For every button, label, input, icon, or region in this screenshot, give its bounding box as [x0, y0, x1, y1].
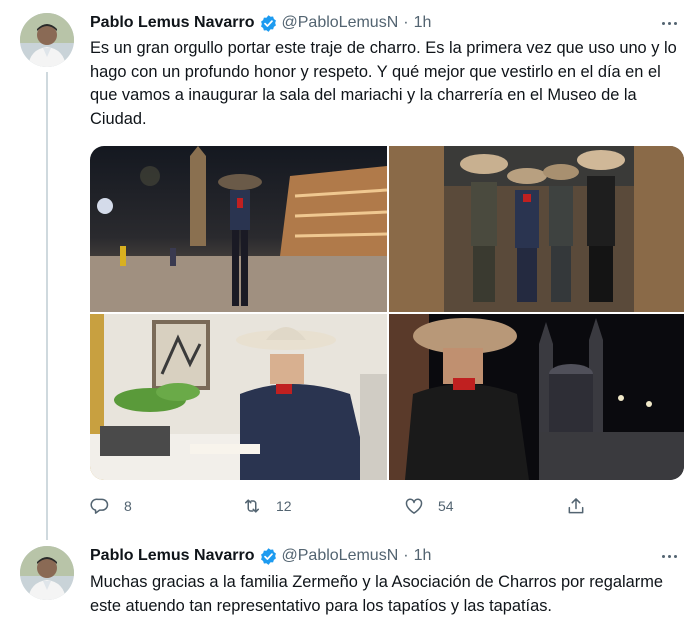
- verified-badge-icon: [259, 14, 278, 33]
- photo-group-charros[interactable]: [389, 146, 684, 312]
- more-options-icon[interactable]: [658, 545, 680, 567]
- separator-dot: ·: [403, 547, 409, 564]
- tweet-actions: 8 12 54: [90, 494, 590, 518]
- timestamp[interactable]: 1h: [414, 547, 432, 565]
- reply-icon: [90, 496, 110, 516]
- tweet[interactable]: Pablo Lemus Navarro @PabloLemusN · 1h Mu…: [0, 540, 700, 631]
- tweet-header: Pablo Lemus Navarro @PabloLemusN · 1h: [90, 12, 431, 34]
- reply-count: 8: [124, 498, 132, 514]
- share-button[interactable]: [566, 494, 586, 518]
- author-handle[interactable]: @PabloLemusN: [282, 547, 399, 565]
- tweet-header: Pablo Lemus Navarro @PabloLemusN · 1h: [90, 545, 431, 567]
- photo-signing-desk[interactable]: [90, 314, 387, 480]
- avatar[interactable]: [20, 13, 74, 67]
- reply-button[interactable]: 8: [90, 494, 132, 518]
- heart-icon: [404, 496, 424, 516]
- like-count: 54: [438, 498, 454, 514]
- like-button[interactable]: 54: [404, 494, 454, 518]
- media-grid: [90, 146, 684, 480]
- photo-cathedral-night[interactable]: [389, 314, 684, 480]
- timestamp[interactable]: 1h: [414, 14, 432, 32]
- verified-badge-icon: [259, 547, 278, 566]
- author-name[interactable]: Pablo Lemus Navarro: [90, 14, 255, 32]
- retweet-count: 12: [276, 498, 292, 514]
- more-options-icon[interactable]: [658, 12, 680, 34]
- share-icon: [566, 496, 586, 516]
- separator-dot: ·: [403, 14, 409, 31]
- author-name[interactable]: Pablo Lemus Navarro: [90, 547, 255, 565]
- retweet-button[interactable]: 12: [242, 494, 292, 518]
- tweet-text: Es un gran orgullo portar este traje de …: [90, 39, 677, 128]
- photo-night-plaza[interactable]: [90, 146, 387, 312]
- tweet-text: Muchas gracias a la familia Zermeño y la…: [90, 573, 664, 615]
- author-handle[interactable]: @PabloLemusN: [282, 14, 399, 32]
- retweet-icon: [242, 496, 262, 516]
- tweet[interactable]: Pablo Lemus Navarro @PabloLemusN · 1h Es…: [0, 0, 700, 540]
- avatar[interactable]: [20, 546, 74, 600]
